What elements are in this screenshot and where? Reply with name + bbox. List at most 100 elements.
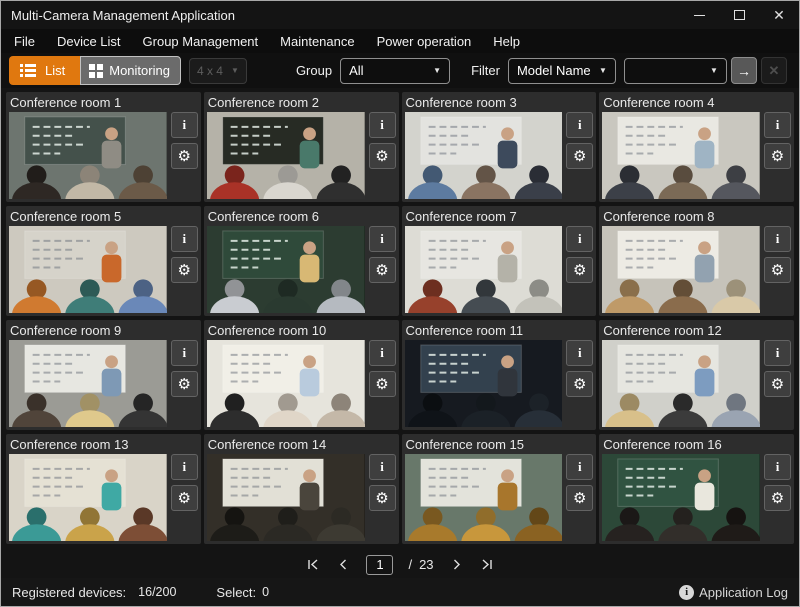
layout-select[interactable]: 4 x 4 ▼ [189,58,247,84]
camera-info-button[interactable]: i [764,340,791,366]
camera-tile[interactable]: Conference room 15 i ⚙ [402,434,597,544]
camera-settings-button[interactable]: ⚙ [171,371,198,397]
minimize-button[interactable] [679,1,719,29]
camera-info-button[interactable]: i [764,112,791,138]
camera-grid: Conference room 1 i ⚙ Conference room 2 … [1,88,799,551]
maximize-button[interactable] [719,1,759,29]
camera-tile[interactable]: Conference room 13 i ⚙ [6,434,201,544]
camera-tile[interactable]: Conference room 3 i ⚙ [402,92,597,202]
info-icon: i [380,345,384,361]
camera-settings-button[interactable]: ⚙ [369,371,396,397]
camera-settings-button[interactable]: ⚙ [566,371,593,397]
camera-settings-button[interactable]: ⚙ [369,485,396,511]
previous-page-button[interactable] [335,557,351,573]
menu-item[interactable]: Help [482,29,531,53]
info-icon: i [380,231,384,247]
gear-icon: ⚙ [375,377,388,392]
camera-info-button[interactable]: i [566,226,593,252]
gear-icon: ⚙ [178,149,191,164]
previous-page-icon [337,558,350,571]
list-view-button[interactable]: List [9,56,80,85]
camera-tile[interactable]: Conference room 7 i ⚙ [402,206,597,316]
filter-type-value: Model Name [517,63,591,78]
camera-info-button[interactable]: i [369,226,396,252]
menu-item[interactable]: Power operation [366,29,483,53]
camera-settings-button[interactable]: ⚙ [171,143,198,169]
camera-info-button[interactable]: i [171,226,198,252]
camera-name: Conference room 9 [9,321,198,340]
camera-name: Conference room 16 [602,435,791,454]
camera-name: Conference room 13 [9,435,198,454]
last-page-button[interactable] [480,557,496,573]
camera-info-button[interactable]: i [566,112,593,138]
camera-info-button[interactable]: i [764,454,791,480]
camera-settings-button[interactable]: ⚙ [764,257,791,283]
camera-tile[interactable]: Conference room 10 i ⚙ [204,320,399,430]
camera-tile[interactable]: Conference room 4 i ⚙ [599,92,794,202]
camera-settings-button[interactable]: ⚙ [764,371,791,397]
camera-info-button[interactable]: i [566,340,593,366]
apply-filter-button[interactable]: → [731,57,757,84]
camera-info-button[interactable]: i [171,112,198,138]
camera-name: Conference room 2 [207,93,396,112]
chevron-down-icon: ▼ [231,66,239,75]
camera-info-button[interactable]: i [764,226,791,252]
group-select-value: All [349,63,363,78]
menu-item[interactable]: Maintenance [269,29,365,53]
camera-settings-button[interactable]: ⚙ [566,485,593,511]
application-log-button[interactable]: i Application Log [679,585,788,600]
camera-settings-button[interactable]: ⚙ [369,143,396,169]
arrow-right-icon: → [737,63,751,79]
camera-settings-button[interactable]: ⚙ [369,257,396,283]
camera-info-button[interactable]: i [171,454,198,480]
chevron-down-icon: ▼ [599,66,607,75]
view-toggle: List Monitoring [9,56,181,85]
camera-info-button[interactable]: i [369,454,396,480]
camera-info-button[interactable]: i [369,340,396,366]
gear-icon: ⚙ [573,149,586,164]
gear-icon: ⚙ [771,149,784,164]
camera-settings-button[interactable]: ⚙ [764,143,791,169]
group-select[interactable]: All ▼ [340,58,450,84]
camera-name: Conference room 4 [602,93,791,112]
camera-tile[interactable]: Conference room 1 i ⚙ [6,92,201,202]
clear-filter-button[interactable]: ✕ [761,57,787,84]
camera-settings-button[interactable]: ⚙ [764,485,791,511]
camera-tile[interactable]: Conference room 5 i ⚙ [6,206,201,316]
close-button[interactable]: ✕ [759,1,799,29]
camera-settings-button[interactable]: ⚙ [171,485,198,511]
filter-query-select[interactable]: ▼ [624,58,727,84]
camera-settings-button[interactable]: ⚙ [566,143,593,169]
monitoring-view-button[interactable]: Monitoring [80,56,181,85]
gear-icon: ⚙ [771,491,784,506]
camera-thumbnail [9,340,167,427]
menu-item[interactable]: File [3,29,46,53]
camera-thumbnail [602,340,760,427]
menu-item[interactable]: Device List [46,29,132,53]
camera-info-button[interactable]: i [566,454,593,480]
first-page-button[interactable] [304,557,320,573]
gear-icon: ⚙ [178,491,191,506]
page-number-input[interactable] [366,555,393,575]
page-separator: / [408,557,412,572]
filter-type-select[interactable]: Model Name ▼ [508,58,616,84]
info-icon: i [380,459,384,475]
camera-tile[interactable]: Conference room 2 i ⚙ [204,92,399,202]
camera-tile[interactable]: Conference room 11 i ⚙ [402,320,597,430]
next-page-button[interactable] [449,557,465,573]
menu-item[interactable]: Group Management [132,29,270,53]
camera-thumbnail [9,454,167,541]
camera-tile[interactable]: Conference room 6 i ⚙ [204,206,399,316]
camera-info-button[interactable]: i [369,112,396,138]
camera-settings-button[interactable]: ⚙ [171,257,198,283]
camera-tile[interactable]: Conference room 12 i ⚙ [599,320,794,430]
camera-tile[interactable]: Conference room 8 i ⚙ [599,206,794,316]
camera-tile[interactable]: Conference room 14 i ⚙ [204,434,399,544]
camera-settings-button[interactable]: ⚙ [566,257,593,283]
camera-tile[interactable]: Conference room 9 i ⚙ [6,320,201,430]
camera-thumbnail [207,340,365,427]
camera-info-button[interactable]: i [171,340,198,366]
minimize-icon [694,15,705,16]
gear-icon: ⚙ [375,263,388,278]
camera-tile[interactable]: Conference room 16 i ⚙ [599,434,794,544]
